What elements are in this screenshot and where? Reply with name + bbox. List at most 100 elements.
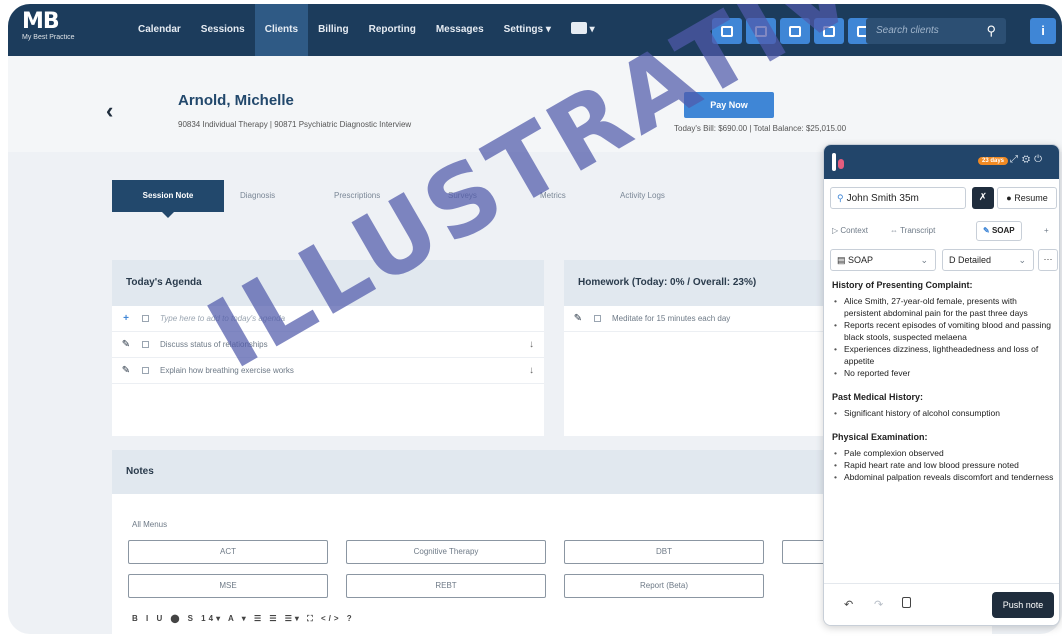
nav-settings[interactable]: Settings ▾ xyxy=(494,4,561,56)
menu-dbt-button[interactable]: DBT xyxy=(564,540,764,564)
pencil-icon[interactable]: ✎ xyxy=(120,358,132,384)
logo-mark: MB xyxy=(22,9,60,34)
tab-soap[interactable]: ✎ SOAP xyxy=(976,221,1022,241)
note-bullet: Rapid heart rate and low blood pressure … xyxy=(830,459,1056,471)
bill-summary: Today's Bill: $690.00 | Total Balance: $… xyxy=(674,124,847,133)
tab-prescriptions[interactable]: Prescriptions xyxy=(334,180,380,212)
note-bullet: Abdominal palpation reveals discomfort a… xyxy=(830,471,1056,483)
search-clients-input[interactable]: Search clients ⚲ xyxy=(866,18,1006,44)
note-bullet: Pale complexion observed xyxy=(830,447,1056,459)
pencil-icon: ✎ xyxy=(983,226,990,235)
push-note-button[interactable]: Push note xyxy=(992,592,1054,618)
client-tabs: Session Note Diagnosis Prescriptions Sur… xyxy=(112,180,872,218)
add-tab-button[interactable]: + xyxy=(1044,221,1049,241)
move-down-icon[interactable]: ↓ xyxy=(529,332,534,358)
soap-note-content[interactable]: History of Presenting Complaint: Alice S… xyxy=(830,277,1056,581)
credit-card-icon xyxy=(789,25,801,37)
homework-title: Homework (Today: 0% / Overall: 23%) xyxy=(564,260,834,306)
info-button[interactable]: i xyxy=(1030,18,1056,44)
section-title: Physical Examination: xyxy=(832,432,928,442)
client-name[interactable]: Arnold, Michelle xyxy=(178,92,294,109)
template-select[interactable]: ▤ SOAP ⌄ xyxy=(830,249,936,271)
panel-footer: ↶ ↷ Push note xyxy=(824,583,1059,625)
detail-select-value: Detailed xyxy=(958,255,992,265)
checkbox[interactable] xyxy=(142,367,149,374)
nav-keyboard-menu[interactable]: ▾ xyxy=(561,4,605,56)
keyboard-icon xyxy=(570,22,587,35)
section-title: History of Presenting Complaint: xyxy=(832,280,973,290)
menu-act-button[interactable]: ACT xyxy=(128,540,328,564)
search-icon[interactable]: ⚲ xyxy=(986,23,996,39)
nav-links: Calendar Sessions Clients Billing Report… xyxy=(128,4,605,63)
panel-tabs: ▷ Context ⇔ Transcript ✎ SOAP + xyxy=(830,221,1056,241)
checkbox[interactable] xyxy=(142,341,149,348)
tab-metrics[interactable]: Metrics xyxy=(540,180,566,212)
add-client-button[interactable] xyxy=(712,18,742,44)
rich-text-toolbar[interactable]: B I U ⬤ S 14▾ A ▾ ☰ ☰ ☰▾ ⛶ </> ? xyxy=(132,614,355,624)
tab-context-label: Context xyxy=(840,226,868,235)
menu-rebt-button[interactable]: REBT xyxy=(346,574,546,598)
settings-icon[interactable]: ⚙ xyxy=(1022,154,1034,165)
nav-sessions[interactable]: Sessions xyxy=(191,4,255,56)
panel-header: 23 days ⤢⚙⏻ xyxy=(824,145,1059,179)
tab-soap-label: SOAP xyxy=(991,226,1015,235)
tab-session-note[interactable]: Session Note xyxy=(112,180,224,218)
tab-transcript-label: Transcript xyxy=(900,226,936,235)
pencil-icon[interactable]: ✎ xyxy=(572,306,584,332)
note-bullet: Significant history of alcohol consumpti… xyxy=(830,407,1056,419)
resume-button[interactable]: ● Resume xyxy=(997,187,1057,209)
nav-clients[interactable]: Clients xyxy=(254,4,309,63)
calendar-icon xyxy=(755,25,767,37)
tab-activity-logs[interactable]: Activity Logs xyxy=(620,180,665,212)
payment-button[interactable] xyxy=(780,18,810,44)
menu-mse-button[interactable]: MSE xyxy=(128,574,328,598)
top-navbar: MB My Best Practice Calendar Sessions Cl… xyxy=(8,4,1062,63)
document-button[interactable] xyxy=(814,18,844,44)
menu-cognitive-therapy-button[interactable]: Cognitive Therapy xyxy=(346,540,546,564)
patient-field[interactable]: ⚲ John Smith 35m xyxy=(830,187,966,209)
agenda-item-label: Discuss status of relationships xyxy=(160,340,268,349)
plus-icon[interactable]: + xyxy=(120,306,132,332)
list-item: ✎ Discuss status of relationships ↓ xyxy=(112,332,544,358)
nav-messages[interactable]: Messages xyxy=(426,4,494,56)
nav-reporting[interactable]: Reporting xyxy=(359,4,426,56)
tab-context[interactable]: ▷ Context xyxy=(832,221,868,241)
power-icon[interactable]: ⏻ xyxy=(1034,154,1046,165)
add-user-icon xyxy=(721,25,733,37)
homework-card: Homework (Today: 0% / Overall: 23%) ✎ Me… xyxy=(564,260,834,436)
document-icon xyxy=(823,25,835,37)
logo[interactable]: MB My Best Practice xyxy=(22,9,75,42)
copy-icon[interactable] xyxy=(902,597,911,608)
checkbox[interactable] xyxy=(594,315,601,322)
patient-label: John Smith 35m xyxy=(846,193,919,204)
note-bullet: Reports recent episodes of vomiting bloo… xyxy=(830,319,1056,343)
mic-off-button[interactable]: ✗ xyxy=(972,187,994,209)
detail-select[interactable]: D Detailed ⌄ xyxy=(942,249,1034,271)
agenda-new-item-row[interactable]: + Type here to add to today's agenda xyxy=(112,306,544,332)
redo-icon[interactable]: ↷ xyxy=(874,598,883,611)
nav-billing[interactable]: Billing xyxy=(308,4,359,56)
calendar-button[interactable] xyxy=(746,18,776,44)
agenda-input[interactable]: Type here to add to today's agenda xyxy=(160,306,285,332)
more-options-button[interactable]: ⋯ xyxy=(1038,249,1058,271)
panel-header-icons: ⤢⚙⏻ xyxy=(1010,154,1046,165)
user-icon: ⚲ xyxy=(837,193,844,203)
template-icon: ▤ xyxy=(837,255,846,265)
microphone-icon: ● xyxy=(1006,193,1012,203)
resume-label: Resume xyxy=(1014,193,1048,203)
nav-calendar[interactable]: Calendar xyxy=(128,4,191,56)
tab-transcript[interactable]: ⇔ Transcript xyxy=(890,221,935,241)
pay-now-button[interactable]: Pay Now xyxy=(684,92,774,118)
client-header: ‹ Arnold, Michelle 90834 Individual Ther… xyxy=(8,56,1062,152)
back-arrow-icon[interactable]: ‹ xyxy=(106,98,113,124)
menu-report-beta-button[interactable]: Report (Beta) xyxy=(564,574,764,598)
undo-icon[interactable]: ↶ xyxy=(844,598,853,611)
note-bullet: No reported fever xyxy=(830,367,1056,379)
expand-icon[interactable]: ⤢ xyxy=(1010,154,1022,165)
quick-action-buttons xyxy=(712,18,878,44)
checkbox[interactable] xyxy=(142,315,149,322)
pencil-icon[interactable]: ✎ xyxy=(120,332,132,358)
tab-surveys[interactable]: Surveys xyxy=(448,180,477,212)
tab-diagnosis[interactable]: Diagnosis xyxy=(240,180,275,212)
move-down-icon[interactable]: ↓ xyxy=(529,358,534,384)
